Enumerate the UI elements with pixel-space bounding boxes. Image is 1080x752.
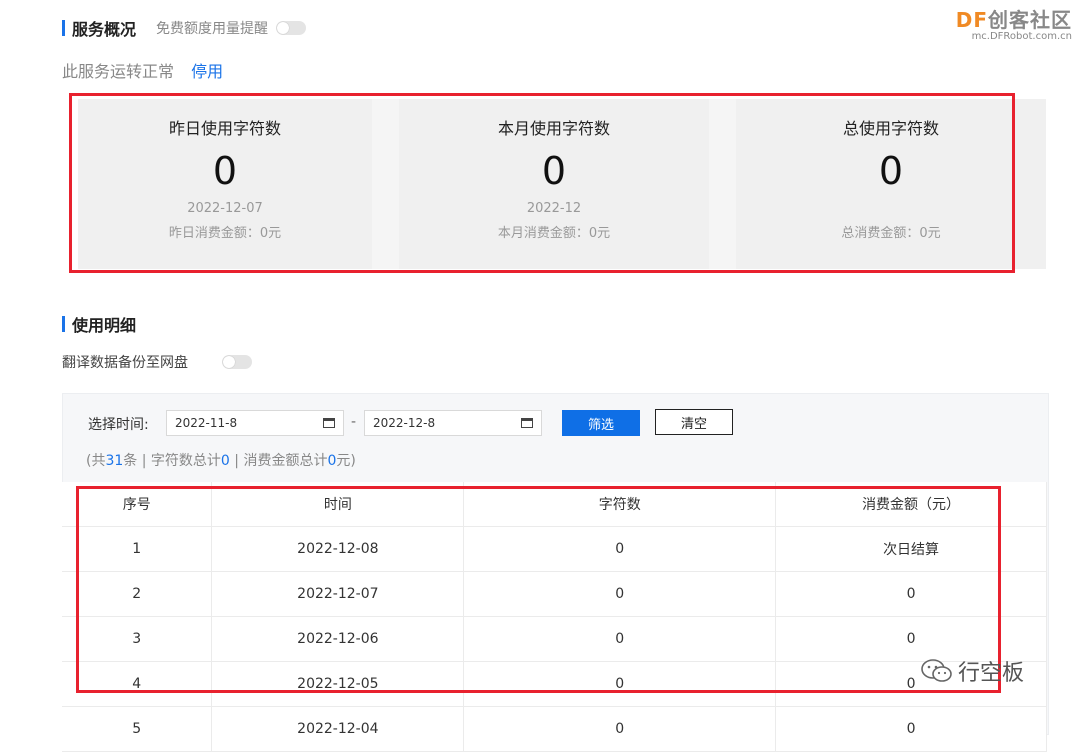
disable-service-link[interactable]: 停用 [191, 62, 223, 81]
backup-toggle[interactable] [222, 355, 252, 369]
overview-title: 服务概况 免费额度用量提醒 [62, 16, 307, 40]
backup-row: 翻译数据备份至网盘 [62, 352, 252, 372]
calendar-icon [521, 418, 533, 428]
wechat-watermark: 行空板 [920, 655, 1024, 687]
total-count: 31 [105, 453, 124, 469]
wechat-icon [921, 659, 952, 682]
date-separator: - [351, 414, 357, 430]
clear-button[interactable]: 清空 [655, 409, 733, 435]
title-accent-bar [62, 316, 65, 332]
time-label: 选择时间: [88, 417, 149, 433]
end-date-input[interactable]: 2022-12-8 [364, 410, 542, 436]
table-highlight-box [76, 486, 1001, 693]
table-row: 5 2022-12-04 0 0 [62, 706, 1047, 752]
service-status-text: 此服务运转正常 [62, 62, 175, 81]
free-quota-reminder-label: 免费额度用量提醒 [156, 21, 269, 37]
dfrobot-watermark: DF创客社区 mc.DFRobot.com.cn [955, 8, 1072, 42]
start-date-input[interactable]: 2022-11-8 [166, 410, 344, 436]
service-status: 此服务运转正常 停用 [62, 58, 223, 82]
stats-highlight-box [69, 93, 1015, 273]
detail-title: 使用明细 [62, 312, 136, 336]
filter-button[interactable]: 筛选 [562, 410, 640, 436]
total-chars: 0 [220, 453, 230, 469]
calendar-icon [323, 418, 335, 428]
summary-text: (共31条 | 字符数总计0 | 消费金额总计0元) [86, 453, 356, 469]
title-accent-bar [62, 20, 65, 36]
free-quota-reminder-toggle[interactable] [276, 21, 307, 35]
backup-label: 翻译数据备份至网盘 [62, 355, 188, 371]
